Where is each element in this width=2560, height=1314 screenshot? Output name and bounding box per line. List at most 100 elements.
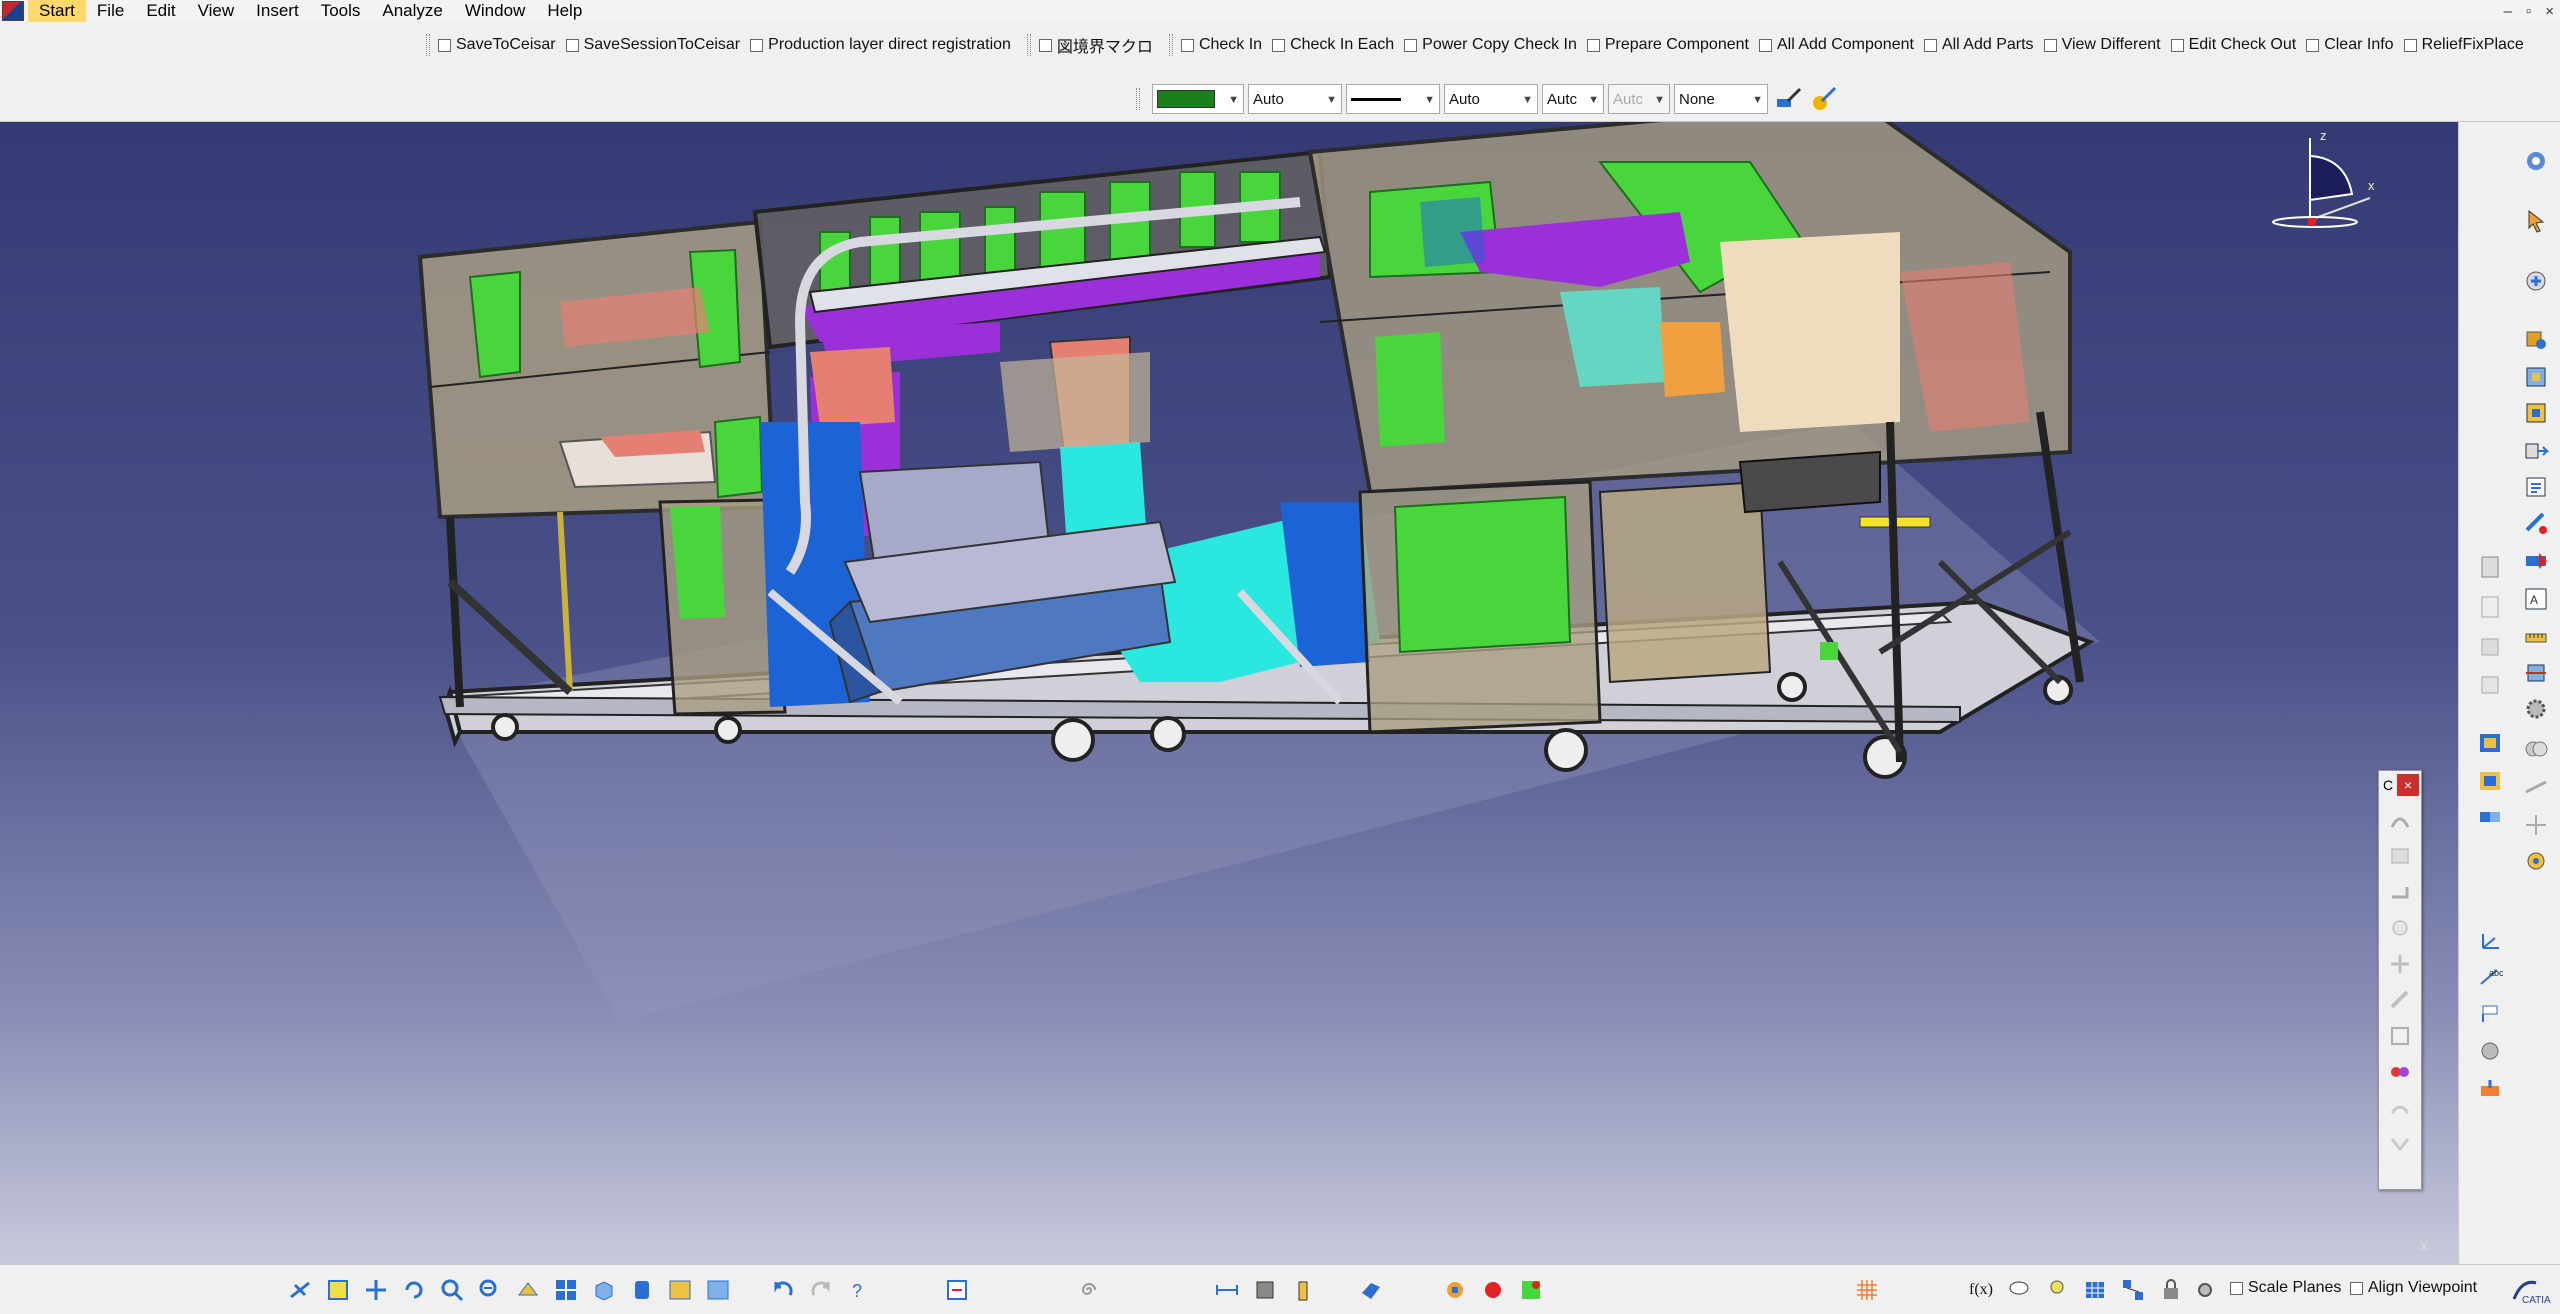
point-symbol-dropdown[interactable]: Autc ▼ bbox=[1542, 84, 1604, 114]
fill-color-dropdown[interactable]: ▼ bbox=[1152, 84, 1244, 114]
floating-panel-titlebar[interactable]: C × bbox=[2379, 771, 2421, 799]
catalog-browser-icon[interactable] bbox=[2475, 766, 2505, 796]
fix-constraint-icon[interactable] bbox=[2521, 508, 2551, 538]
menu-file[interactable]: File bbox=[86, 0, 135, 22]
replace-component-icon[interactable] bbox=[2521, 436, 2551, 466]
rotate-icon[interactable] bbox=[399, 1275, 429, 1305]
menu-help[interactable]: Help bbox=[536, 0, 593, 22]
sheet-icon[interactable] bbox=[2475, 552, 2505, 582]
pan-icon[interactable] bbox=[361, 1275, 391, 1305]
axis-system-icon[interactable] bbox=[2475, 926, 2505, 956]
zoom-in-icon[interactable] bbox=[437, 1275, 467, 1305]
view-different-checkbox[interactable]: View Different bbox=[2043, 36, 2161, 54]
redo-icon[interactable] bbox=[806, 1275, 836, 1305]
select-arrow-icon[interactable] bbox=[2521, 206, 2551, 236]
check-in-checkbox[interactable]: Check In bbox=[1180, 36, 1262, 54]
line-type-dropdown[interactable]: ▼ bbox=[1346, 84, 1440, 114]
clear-info-checkbox[interactable]: Clear Info bbox=[2306, 36, 2394, 54]
part-design-icon[interactable] bbox=[2475, 632, 2505, 662]
sheet-copy-icon[interactable] bbox=[2475, 592, 2505, 622]
spiral-icon[interactable] bbox=[1074, 1275, 1104, 1305]
explode-icon[interactable] bbox=[2521, 546, 2551, 576]
relief-fix-place-checkbox[interactable]: ReliefFixPlace bbox=[2403, 36, 2524, 54]
fit-all-in-icon[interactable] bbox=[323, 1275, 353, 1305]
swap-visible-space-icon[interactable] bbox=[703, 1275, 733, 1305]
simulation-icon[interactable] bbox=[2521, 846, 2551, 876]
graph-tree-icon[interactable] bbox=[2521, 472, 2551, 502]
comment-icon[interactable] bbox=[2004, 1275, 2034, 1305]
flange-icon[interactable] bbox=[2385, 841, 2415, 871]
toolbar-grip[interactable] bbox=[1168, 34, 1173, 56]
weld-icon[interactable] bbox=[2475, 1036, 2505, 1066]
light-bulb-icon[interactable] bbox=[2042, 1275, 2072, 1305]
apply-material-icon[interactable] bbox=[1356, 1275, 1386, 1305]
publication-icon[interactable] bbox=[2475, 1074, 2505, 1104]
shading-icon[interactable] bbox=[627, 1275, 657, 1305]
normal-view-icon[interactable] bbox=[513, 1275, 543, 1305]
zoom-out-icon[interactable] bbox=[475, 1275, 505, 1305]
existing-component-icon[interactable] bbox=[2521, 362, 2551, 392]
table-icon[interactable] bbox=[2080, 1275, 2110, 1305]
toolbar-grip[interactable] bbox=[1026, 34, 1031, 56]
flag-note-icon[interactable] bbox=[2475, 998, 2505, 1028]
analysis-icon[interactable] bbox=[1516, 1275, 1546, 1305]
assembly-constraint-icon[interactable] bbox=[2521, 324, 2551, 354]
measure-between-icon[interactable] bbox=[1212, 1275, 1242, 1305]
painter-icon[interactable] bbox=[1772, 83, 1804, 115]
catalog-icon[interactable] bbox=[2475, 728, 2505, 758]
formula-icon[interactable]: f(x) bbox=[1966, 1275, 1996, 1305]
render-icon[interactable] bbox=[1478, 1275, 1508, 1305]
all-add-parts-checkbox[interactable]: All Add Parts bbox=[1923, 36, 2034, 54]
settings-icon[interactable] bbox=[2190, 1275, 2220, 1305]
annotation-icon[interactable]: A bbox=[2521, 584, 2551, 614]
unfold-icon[interactable] bbox=[2385, 1093, 2415, 1123]
edit-check-out-checkbox[interactable]: Edit Check Out bbox=[2170, 36, 2296, 54]
whats-this-icon[interactable]: ? bbox=[844, 1275, 874, 1305]
bend-icon[interactable] bbox=[2385, 805, 2415, 835]
line-thickness-dropdown[interactable]: Auto ▼ bbox=[1444, 84, 1538, 114]
update-icon[interactable] bbox=[942, 1275, 972, 1305]
close-button[interactable]: × bbox=[2545, 3, 2554, 20]
transparency-dropdown[interactable]: Auto ▼ bbox=[1248, 84, 1342, 114]
floating-panel-close-button[interactable]: × bbox=[2397, 774, 2419, 796]
all-add-component-checkbox[interactable]: All Add Component bbox=[1758, 36, 1914, 54]
copy-format-icon[interactable] bbox=[1808, 83, 1840, 115]
hem-icon[interactable] bbox=[2385, 877, 2415, 907]
measure-item-icon[interactable] bbox=[1250, 1275, 1280, 1305]
clash-icon[interactable] bbox=[2521, 734, 2551, 764]
swept-flange-icon[interactable] bbox=[2385, 949, 2415, 979]
boundary-macro-checkbox[interactable]: 図境界マクロ bbox=[1038, 33, 1153, 57]
measure-icon[interactable] bbox=[2521, 622, 2551, 652]
prepare-component-checkbox[interactable]: Prepare Component bbox=[1586, 36, 1749, 54]
text-annotation-icon[interactable]: abc bbox=[2475, 962, 2505, 992]
colored-tool-icon[interactable] bbox=[2385, 1057, 2415, 1087]
menu-window[interactable]: Window bbox=[454, 0, 536, 22]
lock-icon[interactable] bbox=[2156, 1275, 2186, 1305]
grid-icon[interactable] bbox=[1852, 1275, 1882, 1305]
undo-icon[interactable] bbox=[768, 1275, 798, 1305]
catia-logo-icon[interactable] bbox=[2, 1, 24, 21]
menu-edit[interactable]: Edit bbox=[135, 0, 186, 22]
menu-tools[interactable]: Tools bbox=[310, 0, 372, 22]
power-copy-check-in-checkbox[interactable]: Power Copy Check In bbox=[1404, 36, 1577, 54]
toolbar-grip[interactable] bbox=[426, 34, 430, 56]
multi-instantiate-icon[interactable] bbox=[2475, 802, 2505, 832]
minimize-button[interactable]: – bbox=[2504, 3, 2512, 20]
part-copy-icon[interactable] bbox=[2475, 670, 2505, 700]
layer-dropdown[interactable]: None ▼ bbox=[1674, 84, 1768, 114]
iso-view-icon[interactable] bbox=[589, 1275, 619, 1305]
production-layer-registration-checkbox[interactable]: Production layer direct registration bbox=[750, 36, 1011, 54]
scale-planes-checkbox[interactable]: Scale Planes bbox=[2230, 1279, 2341, 1297]
fold-icon[interactable] bbox=[2385, 1129, 2415, 1159]
distance-icon[interactable] bbox=[2521, 772, 2551, 802]
section-icon[interactable] bbox=[2521, 658, 2551, 688]
check-in-each-checkbox[interactable]: Check In Each bbox=[1272, 36, 1394, 54]
measure-inertia-icon[interactable] bbox=[1288, 1275, 1318, 1305]
save-to-ceisar-checkbox[interactable]: SaveToCeisar bbox=[438, 36, 556, 54]
menu-analyze[interactable]: Analyze bbox=[371, 0, 453, 22]
tear-drop-icon[interactable] bbox=[2385, 913, 2415, 943]
axis-icon[interactable] bbox=[2521, 810, 2551, 840]
save-session-to-ceisar-checkbox[interactable]: SaveSessionToCeisar bbox=[565, 36, 740, 54]
stamp-icon[interactable] bbox=[2385, 985, 2415, 1015]
gear-icon[interactable] bbox=[2521, 694, 2551, 724]
